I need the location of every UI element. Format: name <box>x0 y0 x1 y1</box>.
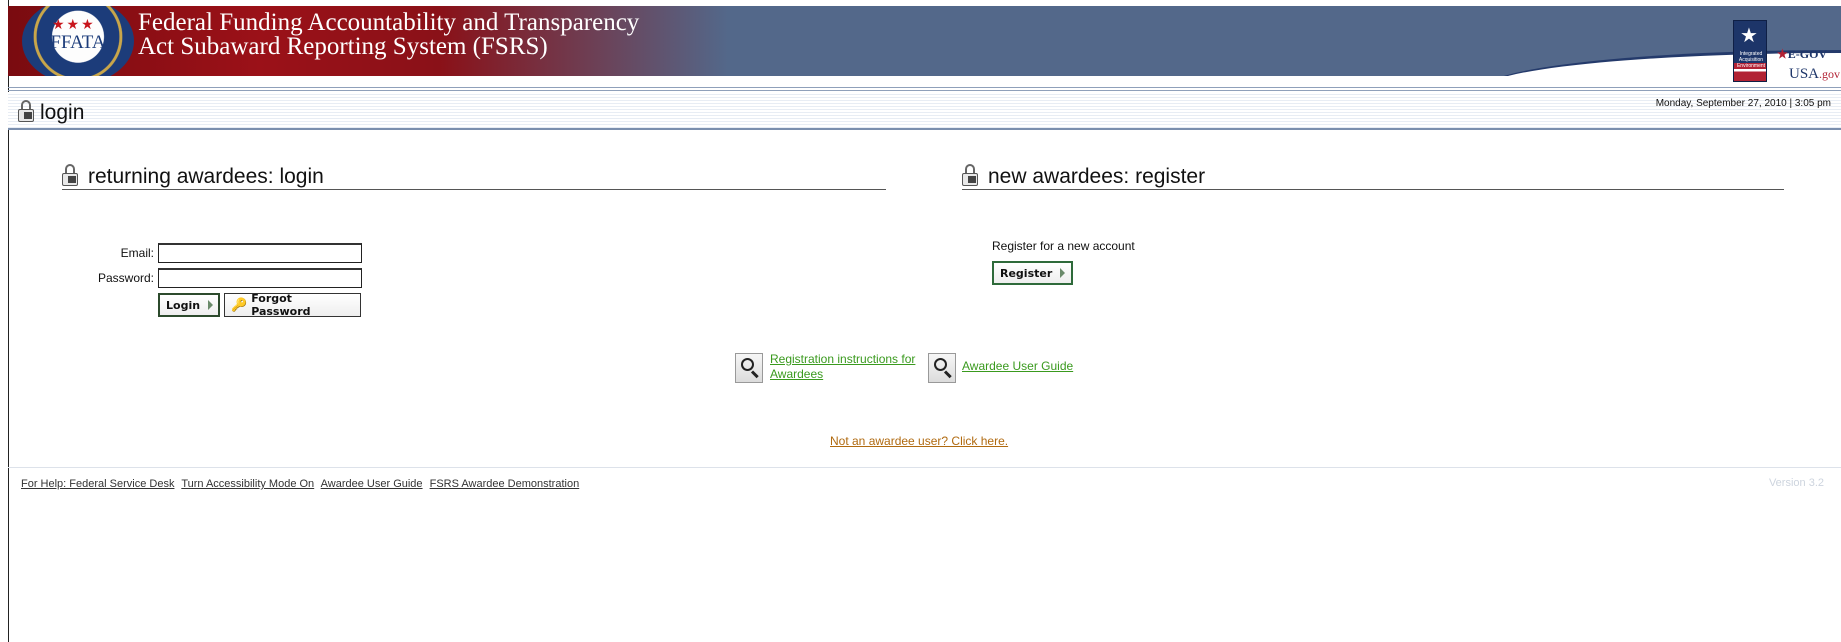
page-title: login <box>40 101 85 124</box>
login-section-heading: returning awardees: login <box>62 162 886 190</box>
footer-link-help-desk[interactable]: For Help: Federal Service Desk <box>21 478 174 490</box>
password-field[interactable] <box>158 268 362 288</box>
magnifier-icon[interactable] <box>928 353 956 383</box>
site-title-line1: Federal Funding Accountability and Trans… <box>138 9 640 36</box>
site-header: ★★★ FFATA Federal Funding Accountability… <box>8 6 1841 76</box>
lock-icon <box>962 164 980 186</box>
iae-flag-icon: ★ Integrated Acquisition Environment <box>1733 20 1767 82</box>
registration-instructions-link[interactable]: Registration instructions for Awardees <box>770 352 920 382</box>
email-label: Email: <box>120 246 154 260</box>
seal-stars: ★★★ <box>52 16 96 32</box>
iae-flag-text: Integrated Acquisition Environment <box>1736 51 1766 69</box>
ffata-seal-logo: ★★★ FFATA <box>22 6 134 76</box>
magnifier-icon[interactable] <box>735 353 763 383</box>
page-title-bar: login Monday, September 27, 2010 | 3:05 … <box>8 92 1841 130</box>
egov-text: ★E-GOV <box>1777 47 1828 61</box>
password-label: Password: <box>97 271 154 285</box>
footer-divider <box>8 467 1841 468</box>
footer-link-user-guide[interactable]: Awardee User Guide <box>321 478 423 490</box>
login-button-label: Login <box>166 298 201 312</box>
register-button[interactable]: Register <box>992 261 1073 285</box>
version-label: Version 3.2 <box>1768 477 1824 489</box>
usagov-text: USA.gov <box>1789 66 1841 82</box>
login-heading-text: returning awardees: login <box>88 165 324 188</box>
arrow-right-icon <box>208 300 214 310</box>
current-datetime: Monday, September 27, 2010 | 3:05 pm <box>1655 98 1831 109</box>
login-button[interactable]: Login <box>158 293 220 317</box>
site-title-line2: Act Subaward Reporting System (FSRS) <box>138 33 548 60</box>
register-heading-text: new awardees: register <box>988 165 1206 188</box>
forgot-password-label: Forgot Password <box>251 292 311 318</box>
forgot-password-button[interactable]: 🔑 Forgot Password <box>224 292 361 318</box>
seal-abbr: FFATA <box>50 32 106 53</box>
register-button-label: Register <box>1000 266 1053 280</box>
lock-icon <box>62 164 80 186</box>
lock-icon <box>18 100 36 122</box>
awardee-user-guide-link[interactable]: Awardee User Guide <box>962 359 1073 374</box>
egov-logo: ★ Integrated Acquisition Environment ★E-… <box>1651 0 1841 86</box>
footer-link-demonstration[interactable]: FSRS Awardee Demonstration <box>430 478 580 490</box>
register-description: Register for a new account <box>992 239 1135 253</box>
header-divider <box>8 87 1841 91</box>
email-field[interactable] <box>158 243 362 263</box>
footer-links: For Help: Federal Service Desk Turn Acce… <box>21 478 583 490</box>
star-icon: ★ <box>1740 25 1758 47</box>
arrow-right-icon <box>1060 268 1066 278</box>
register-section-heading: new awardees: register <box>962 162 1784 190</box>
footer-link-accessibility[interactable]: Turn Accessibility Mode On <box>181 478 314 490</box>
not-awardee-link[interactable]: Not an awardee user? Click here. <box>830 434 1008 448</box>
key-icon: 🔑 <box>231 297 248 313</box>
site-title: Federal Funding Accountability and Trans… <box>138 9 640 60</box>
